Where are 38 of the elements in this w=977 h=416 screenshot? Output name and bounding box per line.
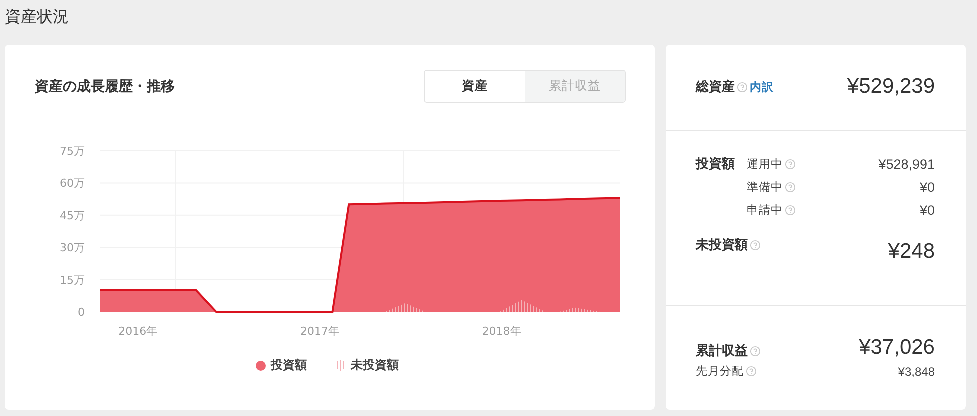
axis-label: 75万: [60, 145, 85, 158]
uninvested-label: 未投資額: [696, 236, 748, 254]
legend-label: 投資額: [271, 357, 307, 374]
axis-label: 60万: [60, 177, 85, 190]
item-value: ¥0: [920, 180, 935, 195]
total-label: 総資産: [696, 78, 735, 96]
help-icon[interactable]: [746, 366, 757, 377]
legend-label: 未投資額: [351, 357, 399, 374]
axis-label: 45万: [60, 209, 85, 222]
legend-stripes-icon: [337, 360, 346, 371]
help-icon[interactable]: [750, 346, 761, 356]
axis-label: 2016年: [118, 325, 158, 338]
help-icon[interactable]: [785, 205, 796, 216]
item-value: ¥528,991: [878, 157, 935, 172]
item-label: 運用中: [747, 157, 783, 172]
uninvested-value: ¥248: [888, 240, 935, 264]
axis-label: 2018年: [482, 325, 522, 338]
item-label: 準備中: [747, 180, 783, 195]
axis-label: 2017年: [300, 325, 340, 338]
axis-label: 15万: [60, 274, 85, 287]
returns-value: ¥37,026: [859, 336, 935, 360]
page-title: 資産状況: [5, 6, 70, 27]
total-value: ¥529,239: [847, 75, 935, 99]
axis-label: 30万: [60, 242, 85, 255]
item-label: 申請中: [747, 203, 783, 218]
item-value: ¥0: [920, 203, 935, 218]
investment-label: 投資額: [696, 156, 735, 174]
help-icon[interactable]: [785, 159, 796, 170]
last-month-label: 先月分配: [696, 364, 744, 379]
help-icon[interactable]: [750, 240, 761, 250]
legend-dot-icon: [256, 360, 266, 370]
card-title: 資産の成長履歴・推移: [35, 78, 175, 96]
breakdown-link[interactable]: 内訳: [750, 80, 774, 94]
axis-label: 0: [78, 306, 85, 319]
last-month-value: ¥3,848: [898, 364, 935, 378]
returns-label: 累計収益: [696, 342, 748, 360]
help-icon[interactable]: [785, 182, 796, 193]
help-icon[interactable]: [737, 82, 748, 92]
